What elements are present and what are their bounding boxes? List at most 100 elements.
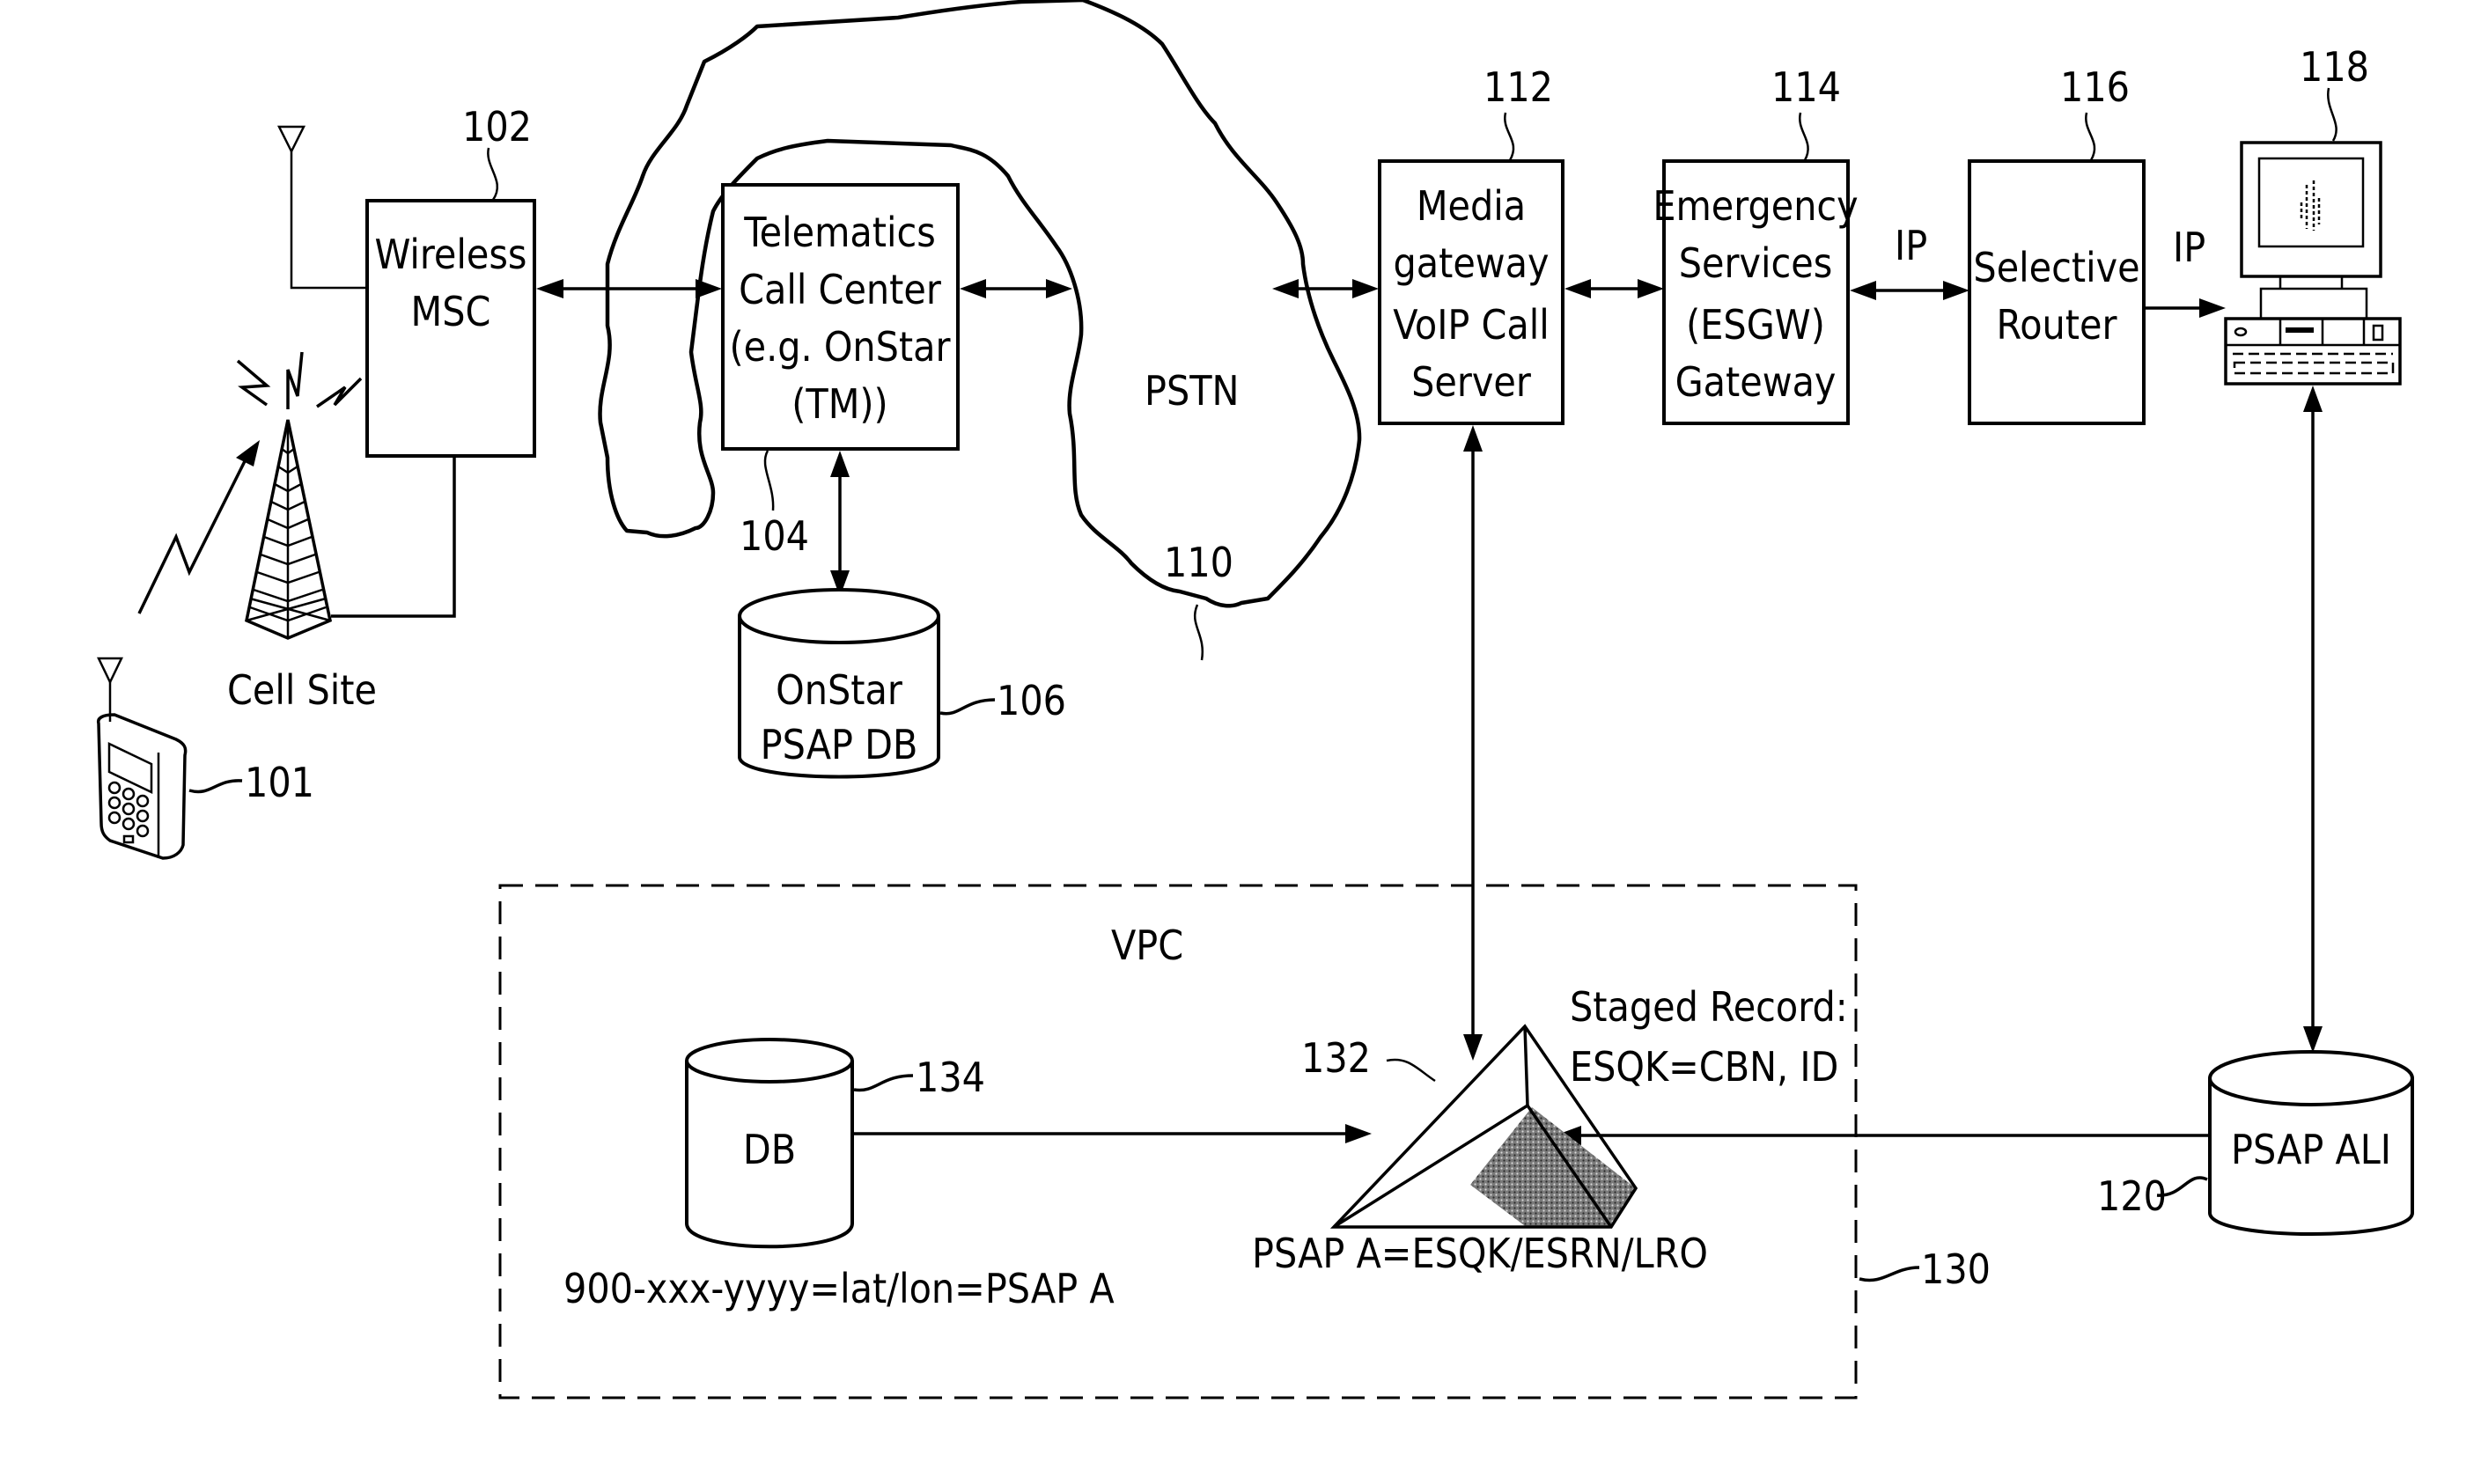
router-psap-arrowhead	[2199, 298, 2226, 318]
esgw-block: Emergency Services (ESGW) Gateway 114	[1653, 63, 1859, 425]
wireless-msc-label-line1: Wireless	[375, 231, 527, 278]
pstn-mediagw-arrow-right	[1352, 279, 1379, 298]
psap-ali-top	[2208, 1050, 2414, 1106]
vpc-db-top	[685, 1038, 854, 1084]
esgw-router-arrow-right	[1943, 281, 1969, 300]
vpc-db-leader	[853, 1074, 914, 1092]
media-gateway-label-line2: gateway	[1393, 239, 1549, 287]
pstn-cloud-outline	[598, 0, 1362, 608]
vpc-db-cylinder: DB 134 900-xxx-yyyy=lat/lon=PSAP A	[563, 1038, 1115, 1312]
esgw-label-line2: Services	[1679, 239, 1833, 287]
mediagw-vpc-arrow-down	[1463, 1034, 1483, 1061]
wireless-msc-label-line2: MSC	[411, 288, 491, 335]
selective-router-label-line2: Router	[1997, 301, 2118, 349]
telematics-label-line1: Telematics	[743, 209, 936, 256]
telematics-leader	[763, 450, 775, 511]
media-gateway-block: Media gateway VoIP Call Server 112	[1378, 63, 1564, 425]
psap-terminal-ref: 118	[2300, 43, 2369, 91]
phone-leader-line	[188, 779, 243, 794]
telematics-db-arrow-up	[830, 451, 850, 477]
esgw-label-line3: (ESGW)	[1686, 301, 1825, 349]
pstn-cloud: PSTN 110 110	[598, 0, 1362, 661]
cpu-indicator	[2372, 324, 2384, 342]
esgw-label-line1: Emergency	[1653, 182, 1858, 230]
monitor-screen	[2257, 157, 2365, 248]
psap-terminal-leader	[2327, 87, 2337, 142]
psap-ali-arrow-up	[2303, 386, 2323, 412]
db-vpc-engine-arrowhead	[1345, 1124, 1372, 1143]
radio-signal-zigzag	[137, 457, 248, 614]
psap-ali-ref: 120	[2097, 1172, 2167, 1220]
vpc-db-label: DB	[743, 1126, 796, 1173]
vpc-leader	[1859, 1266, 1920, 1282]
media-gateway-label-line4: Server	[1411, 358, 1532, 406]
staged-record-value: ESQK=CBN, ID	[1570, 1043, 1838, 1091]
media-gateway-leader	[1504, 112, 1515, 161]
psap-ali-cylinder: PSAP ALI 120	[2097, 1050, 2414, 1236]
pstn-ref-number: 110	[1164, 539, 1233, 586]
esgw-label-line4: Gateway	[1675, 358, 1837, 406]
vpc-network-diagram: PSTN 110 110 101	[96, 0, 2414, 1400]
router-psap-ip-label: IP	[2173, 224, 2205, 271]
tower-broadcast-bolts	[236, 351, 363, 409]
selective-router-block: Selective Router 116	[1968, 63, 2146, 425]
esgw-router-ip-label: IP	[1895, 222, 1927, 269]
vpc-engine-ref: 132	[1301, 1034, 1371, 1082]
staged-record-annotation: Staged Record: ESQK=CBN, ID	[1570, 983, 1848, 1091]
mediagw-esgw-arrow-left	[1564, 279, 1591, 298]
onstar-db-label-line1: OnStar	[776, 666, 903, 714]
vpc-db-caption: 900-xxx-yyyy=lat/lon=PSAP A	[563, 1265, 1115, 1312]
media-gateway-label-line3: VoIP Call	[1393, 301, 1550, 349]
phone-ref: 101	[245, 759, 314, 806]
pstn-leader-line	[1193, 604, 1204, 661]
esgw-ref: 114	[1771, 63, 1841, 111]
esgw-router-arrow-left	[1850, 281, 1876, 300]
pstn-label: PSTN	[1145, 367, 1239, 415]
selective-router-ref: 116	[2060, 63, 2130, 111]
wireless-msc-ref: 102	[462, 103, 532, 151]
mediagw-vpc-arrow-up	[1463, 425, 1483, 452]
telematics-pstn-arrow-right	[1046, 279, 1072, 298]
onstar-db-leader	[939, 698, 996, 716]
vpc-label: VPC	[1111, 922, 1183, 969]
msc-antenna-icon	[276, 125, 366, 290]
msc-telematics-arrow-right	[696, 279, 722, 298]
vpc-db-ref: 134	[916, 1054, 985, 1101]
onstar-db-top	[738, 588, 940, 644]
psap-ali-arrow-down	[2303, 1026, 2323, 1053]
pstn-mediagw-arrow-left	[1272, 279, 1299, 298]
vpc-ref: 130	[1921, 1245, 1991, 1293]
esgw-leader	[1799, 112, 1809, 161]
vpc-engine-leader	[1386, 1058, 1436, 1083]
keyboard-row-2	[2233, 361, 2395, 375]
wireless-msc-block: Wireless MSC 102	[365, 103, 536, 458]
psap-computer-icon: 118	[2224, 43, 2402, 386]
telematics-label-line3: (e.g. OnStar	[730, 323, 952, 371]
msc-telematics-arrow-left	[536, 279, 563, 298]
pstn-ref-visible: 110	[1164, 539, 1233, 586]
telematics-pstn-arrow-left	[960, 279, 986, 298]
monitor-stand	[2259, 287, 2368, 320]
telematics-label-line2: Call Center	[739, 266, 942, 313]
telematics-label-line4: (TM))	[791, 380, 887, 428]
selective-router-label-line1: Selective	[1973, 244, 2139, 291]
phone-antenna-tip	[97, 657, 123, 685]
onstar-psap-db-cylinder: OnStar PSAP DB 106	[738, 588, 1066, 779]
staged-record-title: Staged Record:	[1570, 983, 1848, 1031]
selective-router-box	[1968, 159, 2146, 425]
monitor-screen-glyph	[2300, 180, 2321, 231]
vpc-engine-caption: PSAP A=ESQK/ESRN/LRO	[1252, 1230, 1708, 1277]
phone-screen	[107, 742, 153, 794]
phone-keypad	[107, 781, 150, 844]
psap-ali-label: PSAP ALI	[2231, 1126, 2391, 1173]
cell-site-label: Cell Site	[227, 666, 377, 714]
telematics-ref: 104	[740, 512, 809, 560]
radio-signal-icon	[137, 440, 260, 614]
cell-tower-icon: Cell Site	[227, 351, 377, 714]
onstar-db-label-line2: PSAP DB	[761, 721, 918, 768]
cpu-power-button	[2234, 327, 2248, 337]
monitor-frame	[2240, 141, 2382, 278]
media-gateway-label-line1: Media	[1417, 182, 1526, 230]
mediagw-esgw-arrow-right	[1638, 279, 1664, 298]
radio-signal-arrowhead	[236, 440, 260, 467]
